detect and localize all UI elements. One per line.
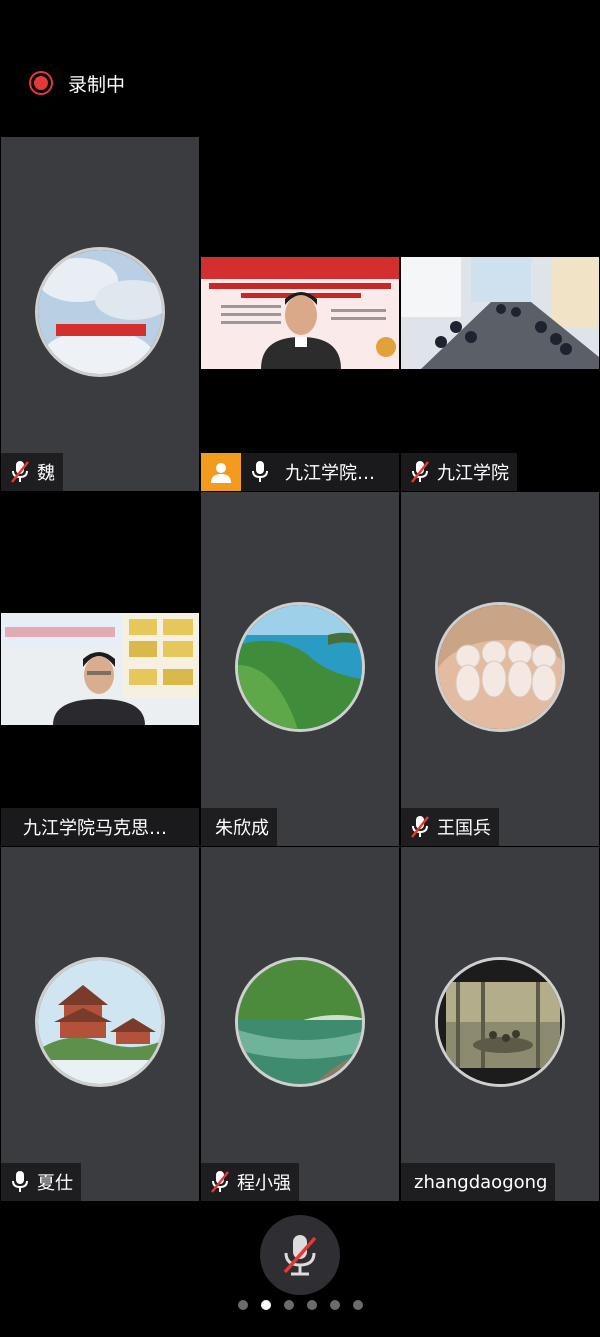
participant-name: 九江学院马克思… [23, 818, 167, 839]
participant-name: 程小强 [237, 1173, 291, 1194]
nameplate: 夏仕 [1, 1163, 81, 1201]
avatar [35, 957, 165, 1087]
video-feed [1, 613, 199, 725]
mic-muted-icon [211, 1171, 229, 1193]
recording-indicator: 录制中 [34, 68, 125, 98]
avatar [435, 602, 565, 732]
page-indicator [0, 1300, 600, 1310]
page-dot[interactable] [306, 1300, 317, 1310]
mic-muted-icon [411, 816, 429, 838]
nameplate: 九江学院 [401, 453, 517, 491]
participant-tile-1[interactable]: 魏 [1, 137, 199, 491]
mic-muted-icon [283, 1235, 317, 1276]
participant-name: 九江学院… [285, 463, 375, 484]
avatar [235, 957, 365, 1087]
recording-label: 录制中 [68, 73, 126, 96]
nameplate: 王国兵 [401, 808, 499, 846]
page-dot[interactable] [237, 1300, 248, 1310]
page-dot[interactable] [329, 1300, 340, 1310]
nameplate: zhangdaogong [401, 1163, 556, 1201]
record-dot-icon [34, 76, 48, 90]
page-dot[interactable] [352, 1300, 363, 1310]
video-feed [401, 257, 599, 369]
nameplate: 朱欣成 [201, 808, 277, 846]
participant-tile-4[interactable]: 九江学院马克思… [1, 492, 199, 846]
participant-name: 魏 [37, 463, 55, 484]
participant-tile-7[interactable]: 夏仕 [1, 847, 199, 1201]
mic-muted-icon [11, 461, 29, 483]
video-feed [201, 257, 399, 369]
nameplate: 九江学院马克思… [1, 808, 199, 846]
participant-tile-6[interactable]: 王国兵 [401, 492, 599, 846]
participant-name: 王国兵 [437, 818, 491, 839]
mute-toggle-button[interactable] [260, 1215, 340, 1295]
nameplate: 程小强 [201, 1163, 299, 1201]
participant-name: zhangdaogong [414, 1171, 548, 1193]
person-icon [211, 463, 231, 483]
participant-name: 九江学院 [437, 463, 509, 484]
nameplate: 魏 [1, 453, 63, 491]
participant-tile-2[interactable]: 九江学院… [201, 137, 399, 491]
page-dot[interactable] [283, 1300, 294, 1310]
avatar [235, 602, 365, 732]
participant-name: 朱欣成 [215, 818, 269, 839]
avatar [435, 957, 565, 1087]
participant-name: 夏仕 [37, 1173, 73, 1194]
participant-tile-8[interactable]: 程小强 [201, 847, 399, 1201]
avatar [35, 247, 165, 377]
mic-muted-icon [411, 461, 429, 483]
participant-tile-9[interactable]: zhangdaogong [401, 847, 599, 1201]
participant-tile-5[interactable]: 朱欣成 [201, 492, 399, 846]
participant-tile-3[interactable]: 九江学院 [401, 137, 599, 491]
host-badge [201, 453, 241, 491]
page-dot-active[interactable] [260, 1300, 271, 1310]
mic-icon [252, 461, 268, 482]
nameplate: 九江学院… [201, 453, 399, 491]
mic-icon [12, 1171, 28, 1192]
